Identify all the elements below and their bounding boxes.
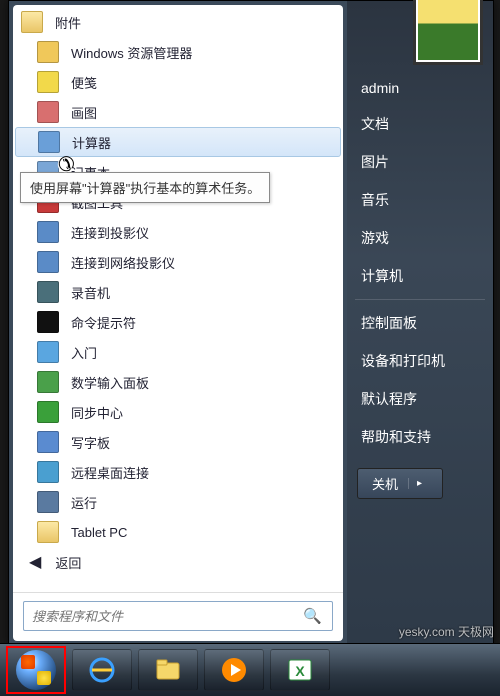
program-item-10[interactable]: 入门: [15, 337, 341, 367]
app-icon: [37, 401, 59, 423]
program-label: 便笺: [71, 73, 97, 92]
folder-label: 附件: [55, 13, 81, 32]
app-icon: [37, 71, 59, 93]
folder-icon: [37, 521, 59, 543]
back-arrow-icon: ◀: [29, 552, 41, 572]
right-item[interactable]: 设备和打印机: [347, 342, 493, 380]
subfolder-label: Tablet PC: [71, 525, 127, 540]
app-icon: [38, 131, 60, 153]
right-item[interactable]: 帮助和支持: [347, 418, 493, 456]
programs-list: 附件 Windows 资源管理器便笺画图计算器记事本截图工具连接到投影仪连接到网…: [13, 5, 343, 592]
search-icon: 🔍: [293, 607, 332, 625]
subfolder-0[interactable]: Tablet PC: [15, 517, 341, 547]
app-icon: [37, 431, 59, 453]
right-item[interactable]: 控制面板: [347, 304, 493, 342]
wmp-icon: [220, 656, 248, 684]
program-item-9[interactable]: 命令提示符: [15, 307, 341, 337]
windows-orb-icon: [16, 650, 56, 690]
programs-panel: 附件 Windows 资源管理器便笺画图计算器记事本截图工具连接到投影仪连接到网…: [13, 5, 343, 641]
cursor-icon: ✆: [58, 152, 75, 177]
app-icon: [37, 221, 59, 243]
right-item[interactable]: 计算机: [347, 257, 493, 295]
taskbar: X: [0, 643, 500, 696]
program-label: 连接到投影仪: [71, 223, 149, 242]
program-item-6[interactable]: 连接到投影仪: [15, 217, 341, 247]
explorer-icon: [154, 656, 182, 684]
app-icon: [37, 251, 59, 273]
right-item[interactable]: 音乐: [347, 181, 493, 219]
shutdown-button[interactable]: 关机 ▸: [357, 468, 443, 499]
program-item-11[interactable]: 数学输入面板: [15, 367, 341, 397]
ie-icon: [88, 656, 116, 684]
shutdown-label: 关机: [372, 474, 398, 493]
program-item-2[interactable]: 画图: [15, 97, 341, 127]
program-label: 数学输入面板: [71, 373, 149, 392]
program-item-15[interactable]: 运行: [15, 487, 341, 517]
app-icon: [37, 281, 59, 303]
right-item[interactable]: 文档: [347, 105, 493, 143]
folder-icon: [21, 11, 43, 33]
user-picture[interactable]: [413, 0, 483, 65]
taskbar-explorer[interactable]: [138, 649, 198, 691]
right-item[interactable]: 默认程序: [347, 380, 493, 418]
program-label: 入门: [71, 343, 97, 362]
user-name[interactable]: admin: [347, 71, 493, 105]
program-item-7[interactable]: 连接到网络投影仪: [15, 247, 341, 277]
app-icon: [37, 461, 59, 483]
search-row: 🔍: [13, 592, 343, 641]
taskbar-wmp[interactable]: [204, 649, 264, 691]
app-icon: [37, 41, 59, 63]
program-item-14[interactable]: 远程桌面连接: [15, 457, 341, 487]
taskbar-excel[interactable]: X: [270, 649, 330, 691]
program-label: 同步中心: [71, 403, 123, 422]
excel-icon: X: [286, 656, 314, 684]
app-icon: [37, 101, 59, 123]
program-label: 命令提示符: [71, 313, 136, 332]
program-label: 远程桌面连接: [71, 463, 149, 482]
app-icon: [37, 371, 59, 393]
program-item-1[interactable]: 便笺: [15, 67, 341, 97]
program-label: 计算器: [72, 133, 111, 152]
program-label: 写字板: [71, 433, 110, 452]
app-icon: [37, 491, 59, 513]
start-button[interactable]: [6, 646, 66, 694]
app-icon: [37, 311, 59, 333]
search-input[interactable]: [24, 609, 293, 624]
back-label: 返回: [55, 553, 81, 572]
taskbar-ie[interactable]: [72, 649, 132, 691]
back-button[interactable]: ◀ 返回: [15, 547, 341, 577]
program-label: 运行: [71, 493, 97, 512]
program-item-13[interactable]: 写字板: [15, 427, 341, 457]
app-icon: [37, 341, 59, 363]
program-label: 录音机: [71, 283, 110, 302]
folder-accessories[interactable]: 附件: [15, 7, 341, 37]
svg-text:X: X: [295, 663, 305, 679]
start-menu: 附件 Windows 资源管理器便笺画图计算器记事本截图工具连接到投影仪连接到网…: [8, 0, 494, 646]
program-item-12[interactable]: 同步中心: [15, 397, 341, 427]
shutdown-arrow-icon[interactable]: ▸: [408, 478, 422, 489]
separator: [355, 299, 485, 300]
right-panel: admin 文档图片音乐游戏计算机 控制面板设备和打印机默认程序帮助和支持 关机…: [347, 1, 493, 645]
program-item-8[interactable]: 录音机: [15, 277, 341, 307]
program-label: Windows 资源管理器: [71, 43, 192, 62]
program-item-0[interactable]: Windows 资源管理器: [15, 37, 341, 67]
watermark: yesky.com 天极网: [399, 623, 494, 640]
program-label: 画图: [71, 103, 97, 122]
program-label: 连接到网络投影仪: [71, 253, 175, 272]
shutdown-row: 关机 ▸: [347, 456, 493, 511]
right-item[interactable]: 游戏: [347, 219, 493, 257]
right-item[interactable]: 图片: [347, 143, 493, 181]
search-box[interactable]: 🔍: [23, 601, 333, 631]
